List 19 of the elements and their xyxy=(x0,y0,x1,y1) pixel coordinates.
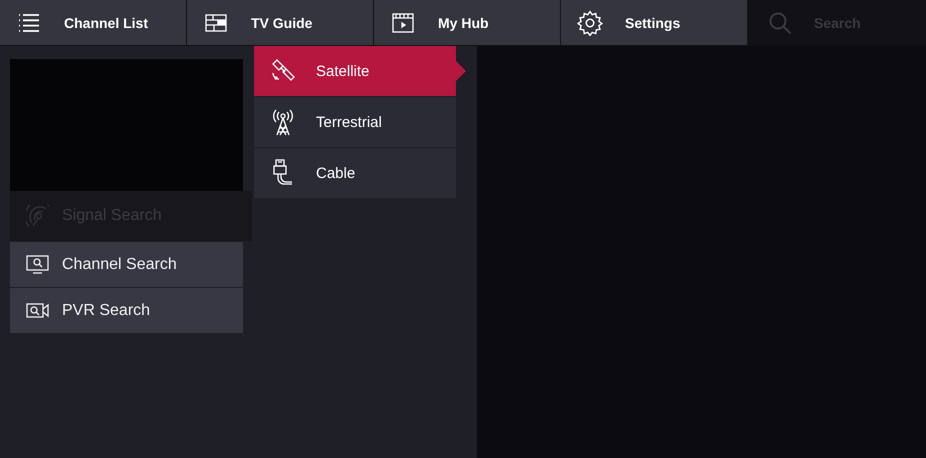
submenu-item[interactable]: Terrestrial xyxy=(254,97,456,147)
clapper-icon xyxy=(392,12,414,32)
tv-search-icon xyxy=(26,255,49,274)
nav-tab[interactable]: Channel List xyxy=(0,0,187,45)
selection-pointer xyxy=(456,61,466,81)
nav-tab[interactable]: TV Guide xyxy=(187,0,374,45)
camera-search-icon xyxy=(26,303,50,318)
menu-item[interactable]: PVR Search xyxy=(10,288,243,333)
menu-icon xyxy=(18,14,40,32)
signal-icon xyxy=(26,205,52,227)
antenna-icon xyxy=(270,108,296,136)
menu-item[interactable]: Channel Search xyxy=(10,242,243,287)
submenu-item[interactable]: Cable xyxy=(254,148,456,198)
nav-tab[interactable]: My Hub xyxy=(374,0,561,45)
settings-icon xyxy=(577,10,603,36)
nav-tab[interactable]: Settings xyxy=(561,0,748,45)
search-icon xyxy=(768,10,792,34)
submenu-item[interactable]: Satellite xyxy=(254,46,456,96)
grid-icon xyxy=(205,14,227,32)
